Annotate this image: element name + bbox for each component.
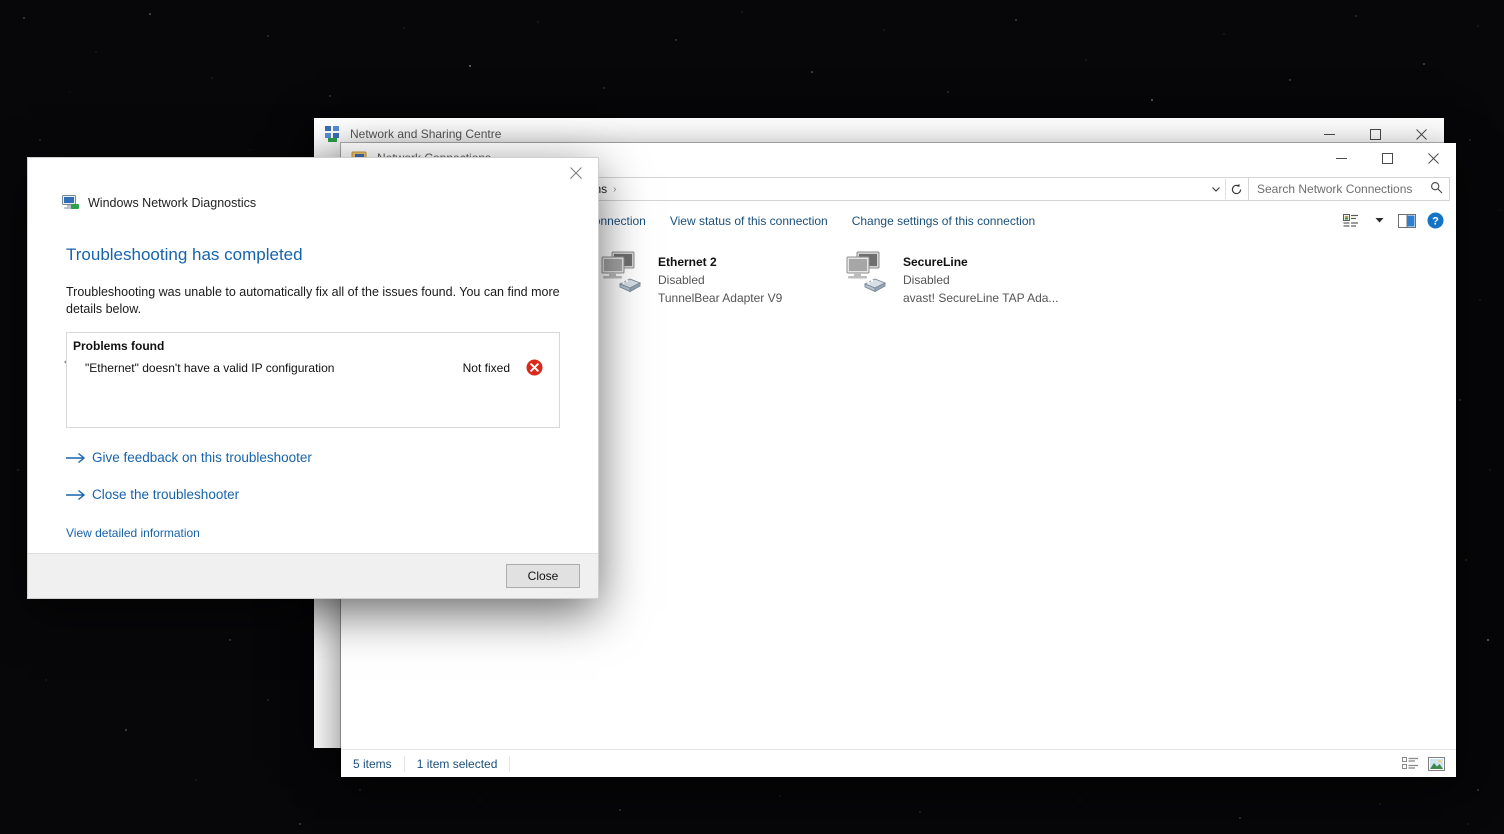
give-feedback-link[interactable]: Give feedback on this troubleshooter [92, 450, 312, 465]
connection-device: avast! SecureLine TAP Ada... [903, 291, 1059, 305]
view-status-of-this-connection-button[interactable]: View status of this connection [658, 210, 840, 232]
search-icon[interactable] [1430, 181, 1443, 197]
dialog-description: Troubleshooting was unable to automatica… [66, 285, 560, 316]
dialog-title: Windows Network Diagnostics [88, 196, 257, 210]
view-toggle-group [1398, 753, 1456, 775]
details-view-icon[interactable] [1398, 753, 1422, 775]
item-count-label: 5 items [341, 755, 405, 772]
network-diagnostics-icon [62, 195, 80, 211]
error-icon [526, 359, 543, 376]
dialog-footer: Close [28, 553, 598, 598]
explorer-minimize-button[interactable] [1318, 142, 1364, 174]
dialog-header: Windows Network Diagnostics [28, 190, 598, 216]
connection-info: Ethernet 2 Disabled TunnelBear Adapter V… [658, 248, 782, 307]
breadcrumb-separator-1: › [613, 183, 617, 195]
network-adapter-icon-disabled [596, 248, 652, 296]
preview-pane-icon[interactable] [1394, 209, 1420, 233]
dialog-close-icon[interactable] [554, 158, 598, 188]
problems-found-panel: Problems found "Ethernet" doesn't have a… [66, 332, 560, 428]
explorer-close-button[interactable] [1410, 142, 1456, 174]
explorer-window-controls [1318, 142, 1456, 174]
view-dropdown-chevron-down-icon[interactable] [1366, 209, 1392, 233]
problem-row: "Ethernet" doesn't have a valid IP confi… [71, 357, 555, 378]
close-button[interactable]: Close [506, 564, 580, 588]
change-settings-of-this-connection-button[interactable]: Change settings of this connection [840, 210, 1047, 232]
problems-found-header: Problems found [73, 339, 165, 353]
command-bar-right-group: ? [1338, 209, 1456, 233]
connection-status: Disabled [903, 273, 950, 287]
search-input[interactable]: Search Network Connections [1249, 177, 1450, 201]
refresh-icon[interactable] [1225, 179, 1246, 199]
problem-description: "Ethernet" doesn't have a valid IP confi… [85, 360, 335, 375]
problem-status: Not fixed [462, 360, 510, 375]
view-options-icon[interactable] [1338, 209, 1364, 233]
connection-name: Ethernet 2 [658, 255, 717, 269]
nsc-title: Network and Sharing Centre [350, 127, 502, 141]
view-detailed-information-link[interactable]: View detailed information [66, 526, 200, 540]
selection-label: 1 item selected [405, 755, 511, 772]
dialog-heading: Troubleshooting has completed [66, 245, 303, 264]
connection-device: TunnelBear Adapter V9 [658, 291, 783, 305]
connection-tile-secureline[interactable]: SecureLine Disabled avast! SecureLine TA… [835, 244, 1080, 305]
breadcrumb-right-controls [1207, 179, 1246, 199]
network-sharing-icon [324, 125, 342, 143]
connection-tile-ethernet-2[interactable]: Ethernet 2 Disabled TunnelBear Adapter V… [590, 244, 835, 305]
explorer-status-bar: 5 items 1 item selected [341, 749, 1456, 777]
search-placeholder: Search Network Connections [1257, 182, 1413, 196]
arrow-right-icon [66, 489, 92, 501]
close-troubleshooter-link[interactable]: Close the troubleshooter [92, 487, 239, 502]
give-feedback-link-row[interactable]: Give feedback on this troubleshooter [66, 450, 560, 465]
close-troubleshooter-link-row[interactable]: Close the troubleshooter [66, 487, 560, 502]
windows-network-diagnostics-dialog[interactable]: Windows Network Diagnostics Troubleshoot… [28, 158, 598, 598]
dialog-body: Troubleshooting has completed Troublesho… [28, 216, 598, 542]
large-icons-view-icon[interactable] [1424, 753, 1448, 775]
connection-name: SecureLine [903, 255, 968, 269]
chevron-down-icon[interactable] [1207, 179, 1225, 199]
help-icon[interactable]: ? [1422, 209, 1448, 233]
dialog-titlebar [28, 158, 598, 194]
network-adapter-icon-disabled [841, 248, 897, 296]
arrow-right-icon [66, 452, 92, 464]
connection-info: SecureLine Disabled avast! SecureLine TA… [903, 248, 1058, 307]
connection-status: Disabled [658, 273, 705, 287]
svg-text:?: ? [1432, 216, 1439, 228]
explorer-maximize-button[interactable] [1364, 142, 1410, 174]
